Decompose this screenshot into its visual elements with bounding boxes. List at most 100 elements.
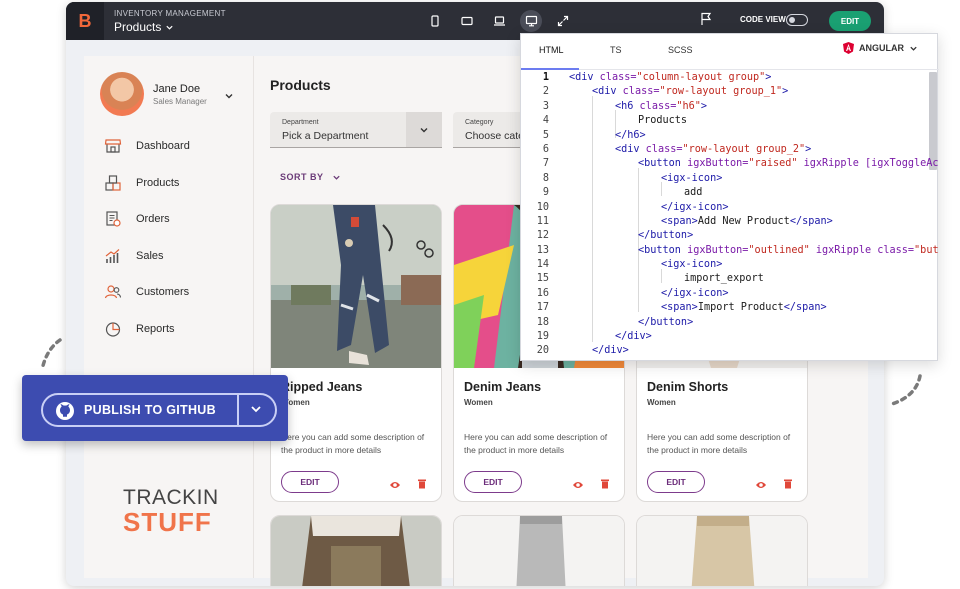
edit-button[interactable]: EDIT: [829, 11, 871, 31]
fullscreen-button[interactable]: [552, 10, 574, 32]
code-token: class=: [622, 86, 660, 98]
brand-line-2: STUFF: [123, 507, 212, 537]
publish-label: PUBLISH TO GITHUB: [84, 403, 216, 417]
sidebar-item-customers[interactable]: Customers: [104, 274, 190, 311]
view-button[interactable]: [389, 477, 401, 495]
store-icon: [104, 137, 122, 155]
avatar[interactable]: [100, 72, 144, 116]
phone-view-button[interactable]: [424, 10, 446, 32]
sidebar-item-label: Sales: [136, 249, 164, 262]
product-card[interactable]: Ripped Jeans Women Here you can add some…: [270, 204, 442, 502]
code-token: </span>: [789, 215, 833, 227]
code-view-panel: HTML TS SCSS ANGULAR 1 <div class="column…: [520, 33, 939, 361]
user-menu-toggle[interactable]: [224, 88, 234, 106]
desktop-view-button[interactable]: [520, 10, 542, 32]
feedback-flag-button[interactable]: [700, 12, 712, 31]
page-selector[interactable]: Products: [114, 20, 174, 34]
line-number: 14: [536, 259, 549, 271]
product-edit-button[interactable]: EDIT: [281, 471, 339, 493]
code-token: "button: [914, 244, 939, 256]
product-card[interactable]: [270, 515, 442, 586]
laptop-view-button[interactable]: [488, 10, 510, 32]
category-label: Category: [465, 119, 494, 126]
view-button[interactable]: [572, 477, 584, 495]
product-image: [271, 205, 441, 368]
product-description: Here you can add some description of the…: [647, 432, 791, 455]
department-value: Pick a Department: [282, 130, 369, 142]
code-token: <span>: [661, 215, 698, 227]
code-token: <div: [615, 143, 646, 155]
product-title: Denim Shorts: [647, 380, 729, 394]
product-description: Here you can add some description of the…: [464, 432, 608, 455]
framework-selector[interactable]: ANGULAR: [843, 42, 918, 54]
code-token: "h6": [676, 100, 701, 112]
code-token: </h6>: [615, 129, 646, 141]
tab-scss[interactable]: SCSS: [668, 45, 693, 55]
code-token: "raised": [748, 158, 798, 170]
chevron-down-icon: [910, 46, 917, 51]
trash-icon: [418, 479, 426, 489]
product-edit-button[interactable]: EDIT: [647, 471, 705, 493]
publish-to-github-button[interactable]: PUBLISH TO GITHUB: [41, 393, 277, 427]
code-token: </igx-icon>: [661, 287, 729, 299]
product-image: [454, 516, 624, 586]
line-number: 4: [542, 115, 549, 127]
line-number: 19: [536, 331, 549, 343]
code-token: </igx-icon>: [661, 201, 729, 213]
publish-options-toggle[interactable]: [249, 402, 263, 421]
tab-html[interactable]: HTML: [539, 45, 564, 55]
code-view-label: CODE VIEW: [740, 15, 786, 24]
sidebar-item-reports[interactable]: Reports: [104, 311, 190, 348]
code-token: Import Product: [697, 302, 784, 314]
app-logo[interactable]: B: [66, 2, 104, 40]
sidebar-item-label: Customers: [136, 286, 190, 299]
product-edit-button[interactable]: EDIT: [464, 471, 522, 493]
product-card[interactable]: [636, 515, 808, 586]
line-number: 7: [542, 158, 549, 170]
sort-by-button[interactable]: SORT BY: [280, 172, 341, 182]
code-token: <div: [592, 86, 623, 98]
github-icon: [56, 402, 74, 420]
sidebar-item-dashboard[interactable]: Dashboard: [104, 128, 190, 165]
sidebar-item-products[interactable]: Products: [104, 165, 190, 202]
sales-chart-icon: [104, 247, 122, 265]
product-subtitle: Women: [464, 398, 493, 407]
chevron-down-icon: [420, 127, 428, 132]
product-card[interactable]: [453, 515, 625, 586]
eye-icon: [573, 482, 583, 488]
sidebar-item-orders[interactable]: Orders: [104, 201, 190, 238]
code-token: >: [700, 100, 708, 112]
code-line: 15 import_export: [521, 272, 939, 286]
code-token: "outlined": [748, 244, 810, 256]
code-view-toggle[interactable]: [786, 14, 808, 26]
user-name: Jane Doe: [153, 83, 201, 95]
code-token: </button>: [638, 230, 694, 242]
code-editor[interactable]: 1 <div class="column-layout group"> 2 <div…: [521, 71, 939, 361]
tablet-view-button[interactable]: [456, 10, 478, 32]
tab-ts[interactable]: TS: [610, 45, 622, 55]
view-button[interactable]: [755, 477, 767, 495]
code-line: 8 <igx-icon>: [521, 172, 939, 186]
code-token: igxRipple class=: [809, 244, 915, 256]
department-toggle[interactable]: [406, 112, 442, 147]
boxes-icon: [104, 174, 122, 192]
angular-icon: [843, 42, 854, 54]
code-tabs: HTML TS SCSS ANGULAR: [521, 34, 939, 70]
delete-button[interactable]: [417, 476, 427, 494]
delete-button[interactable]: [600, 476, 610, 494]
code-token: igxButton=: [687, 158, 749, 170]
code-token: class=: [645, 143, 683, 155]
publish-panel: PUBLISH TO GITHUB: [22, 375, 288, 441]
code-token: import_export: [684, 273, 764, 285]
code-token: >: [765, 72, 772, 83]
chevron-down-icon: [225, 94, 233, 99]
line-number: 17: [536, 302, 549, 314]
department-select[interactable]: Department Pick a Department: [270, 112, 442, 148]
code-token: </button>: [638, 316, 694, 328]
product-title: Ripped Jeans: [281, 380, 363, 394]
sidebar-item-sales[interactable]: Sales: [104, 238, 190, 275]
code-line: 17 <span>Import Product</span>: [521, 301, 939, 315]
line-number: 11: [536, 215, 549, 227]
delete-button[interactable]: [783, 476, 793, 494]
code-token: <igx-icon>: [661, 172, 723, 184]
